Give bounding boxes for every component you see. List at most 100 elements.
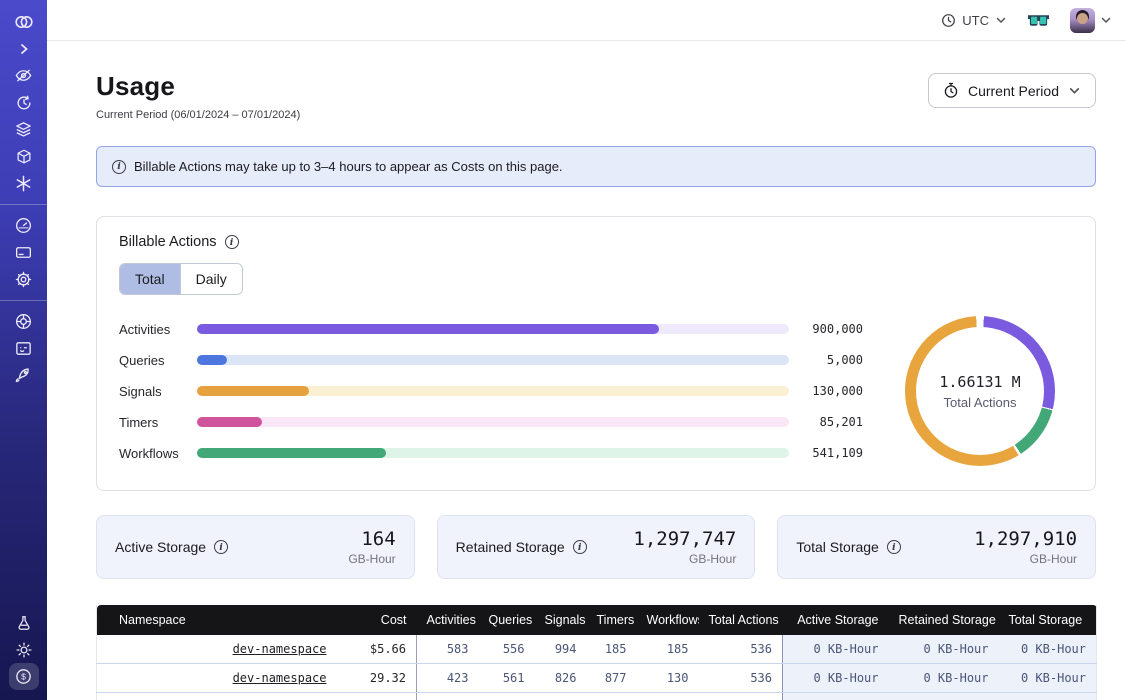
bar-track <box>197 417 789 427</box>
bar-track <box>197 324 789 334</box>
info-icon[interactable]: i <box>573 540 587 554</box>
column-header: Total Actions <box>699 605 783 635</box>
active-storage-value: 164 <box>348 528 395 550</box>
namespace-cell: dev-namespace <box>97 693 337 700</box>
activities-cell: 583 <box>417 635 479 664</box>
active_storage-cell: 0 KB-Hour <box>783 635 889 664</box>
column-header: Active Storage <box>783 605 889 635</box>
donut-ring: 1.66131 M Total Actions <box>905 316 1055 466</box>
bar-value: 900,000 <box>799 322 863 336</box>
stopwatch-icon <box>943 82 959 99</box>
table-row: dev-namespace$3.354925368838166001300 KB… <box>97 693 1097 700</box>
table-header-row: NamespaceCostActivitiesQueriesSignalsTim… <box>97 605 1097 635</box>
chevron-right-icon[interactable] <box>9 35 39 62</box>
namespaces-icon[interactable] <box>9 62 39 89</box>
nexus-asterisk-icon[interactable] <box>9 170 39 197</box>
dollar-glyph: $ <box>21 672 26 682</box>
settings-gear-icon[interactable] <box>9 266 39 293</box>
bar-label: Queries <box>119 353 187 368</box>
column-header: Cost <box>337 605 417 635</box>
active_storage-cell: 0 KB-Hour <box>783 693 889 700</box>
active-storage-card: Active Storage i 164 GB-Hour <box>96 515 415 579</box>
info-banner: i Billable Actions may take up to 3–4 ho… <box>96 146 1096 187</box>
namespace-usage-table: NamespaceCostActivitiesQueriesSignalsTim… <box>96 605 1097 700</box>
cost-cell: 29.32 <box>337 664 417 693</box>
temporal-logo[interactable] <box>9 8 39 35</box>
banner-text: Billable Actions may take up to 3–4 hour… <box>134 159 563 174</box>
cube-icon[interactable] <box>9 143 39 170</box>
total-storage-card: Total Storage i 1,297,910 GB-Hour <box>777 515 1096 579</box>
column-header: Activities <box>417 605 479 635</box>
column-header: Total Storage <box>999 605 1097 635</box>
retained-storage-label: Retained Storage <box>456 539 565 555</box>
column-header: Retained Storage <box>889 605 999 635</box>
table-body: dev-namespace$5.665835569941851855360 KB… <box>97 635 1097 700</box>
pricing-coin-icon[interactable]: $ <box>9 663 39 690</box>
timers-cell: 185 <box>587 635 637 664</box>
namespace-cell: dev-namespace <box>97 635 337 664</box>
total-actions-donut: 1.66131 M Total Actions <box>905 316 1055 466</box>
bar-value: 130,000 <box>799 384 863 398</box>
billable-bars: Activities900,000Queries5,000Signals130,… <box>119 322 863 461</box>
usage-gauge-icon[interactable] <box>9 212 39 239</box>
info-icon[interactable]: i <box>887 540 901 554</box>
support-lifebuoy-icon[interactable] <box>9 308 39 335</box>
billable-actions-title: Billable Actions <box>119 234 217 250</box>
sidebar-divider <box>0 204 47 205</box>
labs-flask-icon[interactable] <box>9 609 39 636</box>
column-header: Signals <box>535 605 587 635</box>
glasses-icon[interactable] <box>1027 13 1050 28</box>
tab-daily[interactable]: Daily <box>180 264 242 294</box>
namespace-link[interactable]: dev-namespace <box>233 642 327 656</box>
column-header: Timers <box>587 605 637 635</box>
theme-sun-icon[interactable] <box>9 636 39 663</box>
timezone-selector[interactable]: UTC <box>941 13 1007 28</box>
table-row: dev-namespace$5.665835569941851855360 KB… <box>97 635 1097 664</box>
workflows-cell: 600 <box>637 693 699 700</box>
signals-cell: 826 <box>535 664 587 693</box>
info-icon[interactable]: i <box>214 540 228 554</box>
tab-total[interactable]: Total <box>120 264 180 294</box>
bar-fill <box>197 324 659 334</box>
active_storage-cell: 0 KB-Hour <box>783 664 889 693</box>
total_storage-cell: 0 KB-Hour <box>999 693 1097 700</box>
chevron-down-icon <box>1068 84 1081 97</box>
rocket-icon[interactable] <box>9 362 39 389</box>
storage-summary-row: Active Storage i 164 GB-Hour Retained St… <box>96 515 1096 579</box>
bar-label: Timers <box>119 415 187 430</box>
bar-label: Activities <box>119 322 187 337</box>
bar-fill <box>197 355 227 365</box>
retained-storage-card: Retained Storage i 1,297,747 GB-Hour <box>437 515 756 579</box>
layers-icon[interactable] <box>9 116 39 143</box>
table-row: dev-namespace29.324235618268771305360 KB… <box>97 664 1097 693</box>
billable-view-toggle: Total Daily <box>119 263 243 295</box>
total-storage-label: Total Storage <box>796 539 879 555</box>
timezone-label: UTC <box>962 13 989 28</box>
avatar[interactable] <box>1070 8 1095 33</box>
total-storage-unit: GB-Hour <box>974 552 1077 566</box>
total_actions-cell: 536 <box>699 635 783 664</box>
chevron-down-icon <box>1100 14 1112 26</box>
total_storage-cell: 0 KB-Hour <box>999 664 1097 693</box>
bar-fill <box>197 448 386 458</box>
info-icon[interactable]: i <box>225 235 239 249</box>
info-icon: i <box>112 160 126 174</box>
active-storage-label: Active Storage <box>115 539 206 555</box>
period-button-label: Current Period <box>968 83 1059 99</box>
namespace-link[interactable]: dev-namespace <box>233 671 327 685</box>
cost-cell: $3.35 <box>337 693 417 700</box>
column-header: Workflows <box>637 605 699 635</box>
total-actions-label: Total Actions <box>944 395 1017 410</box>
total_actions-cell: 536 <box>699 664 783 693</box>
queries-cell: 556 <box>479 635 535 664</box>
page-subtitle: Current Period (06/01/2024 – 07/01/2024) <box>96 109 300 121</box>
total-actions-value: 1.66131 M <box>939 373 1020 391</box>
user-menu[interactable] <box>1070 8 1112 33</box>
page-title: Usage <box>96 71 300 102</box>
billing-card-icon[interactable] <box>9 239 39 266</box>
period-selector-button[interactable]: Current Period <box>928 73 1096 108</box>
cost-cell: $5.66 <box>337 635 417 664</box>
namespace-cell: dev-namespace <box>97 664 337 693</box>
feedback-icon[interactable] <box>9 335 39 362</box>
schedules-icon[interactable] <box>9 89 39 116</box>
